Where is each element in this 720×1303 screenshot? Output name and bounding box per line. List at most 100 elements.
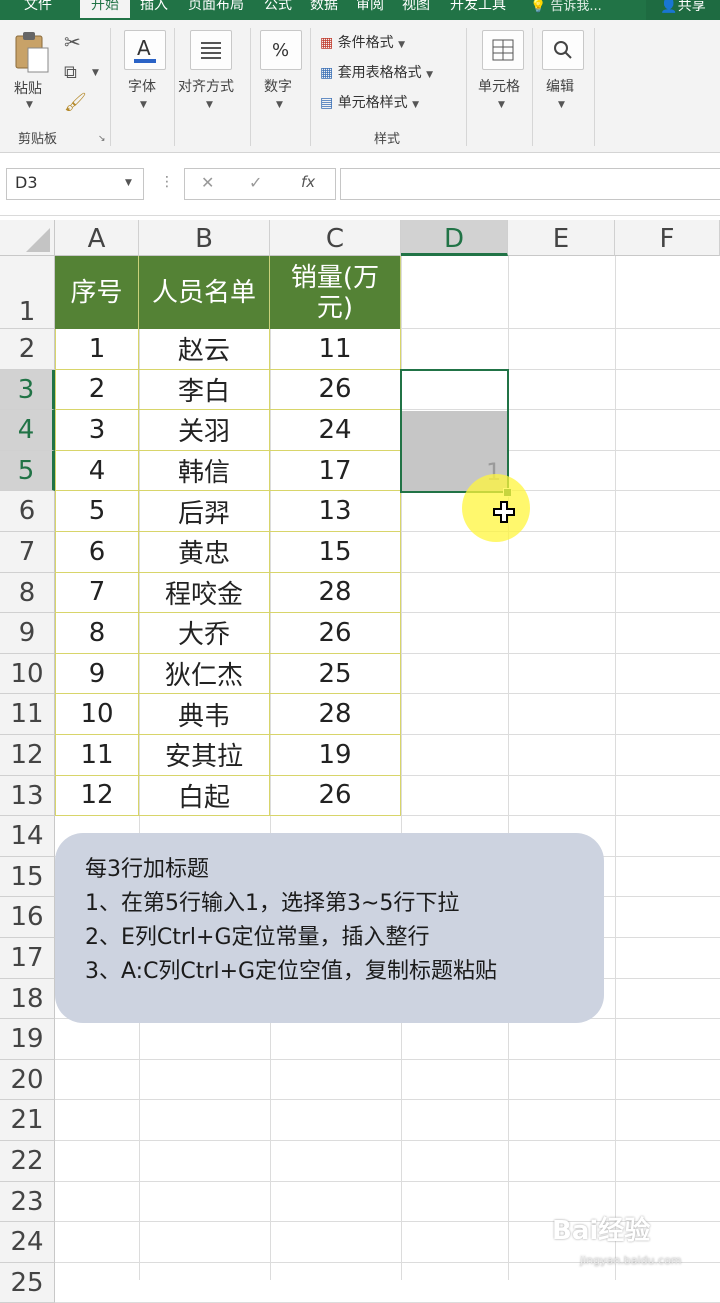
table-cell[interactable]: 韩信 bbox=[139, 450, 270, 492]
row-header-13[interactable]: 13 bbox=[0, 775, 55, 817]
more-options-icon[interactable]: ⋮ bbox=[160, 174, 174, 190]
copy-dropdown-icon[interactable]: ▼ bbox=[92, 68, 99, 78]
clipboard-launcher-icon[interactable]: ↘ bbox=[98, 134, 106, 144]
table-cell[interactable]: 28 bbox=[270, 694, 401, 735]
paste-label[interactable]: 粘贴 bbox=[14, 78, 42, 98]
enter-icon[interactable]: ✓ bbox=[249, 173, 262, 192]
table-cell[interactable]: 11 bbox=[55, 735, 139, 776]
alignment-dropdown-icon[interactable]: ▼ bbox=[206, 100, 213, 110]
cut-icon[interactable]: ✂ bbox=[64, 30, 81, 54]
cells-icon[interactable] bbox=[482, 30, 524, 70]
format-painter-icon[interactable]: 🖌 bbox=[64, 92, 87, 113]
column-header-f[interactable]: F bbox=[615, 220, 720, 256]
number-dropdown-icon[interactable]: ▼ bbox=[276, 100, 283, 110]
row-header-11[interactable]: 11 bbox=[0, 694, 55, 735]
table-cell[interactable]: 白起 bbox=[139, 775, 270, 817]
table-cell[interactable]: 关羽 bbox=[139, 410, 270, 451]
font-label[interactable]: 字体 bbox=[128, 76, 156, 96]
copy-icon[interactable]: ⧉ bbox=[64, 62, 77, 83]
row-header-21[interactable]: 21 bbox=[0, 1100, 55, 1141]
column-header-b[interactable]: B bbox=[139, 220, 270, 256]
table-cell[interactable]: 19 bbox=[270, 735, 401, 776]
row-header-7[interactable]: 7 bbox=[0, 532, 55, 573]
table-cell[interactable]: 安其拉 bbox=[139, 735, 270, 776]
cell-styles-button[interactable]: ▤ 单元格样式 ▼ bbox=[320, 92, 419, 112]
header-cell-name[interactable]: 人员名单 bbox=[139, 256, 270, 329]
header-cell-no[interactable]: 序号 bbox=[55, 256, 139, 329]
insert-function-icon[interactable]: fx bbox=[301, 173, 315, 191]
table-cell[interactable]: 26 bbox=[270, 775, 401, 817]
row-header-1[interactable]: 1 bbox=[0, 256, 55, 329]
alignment-label[interactable]: 对齐方式 bbox=[178, 76, 234, 96]
paste-dropdown-icon[interactable]: ▼ bbox=[26, 100, 33, 110]
row-header-20[interactable]: 20 bbox=[0, 1059, 55, 1101]
table-cell[interactable]: 大乔 bbox=[139, 613, 270, 654]
tab-insert[interactable]: 插入 bbox=[132, 0, 176, 18]
row-header-14[interactable]: 14 bbox=[0, 816, 55, 857]
table-cell[interactable]: 28 bbox=[270, 572, 401, 614]
row-header-19[interactable]: 19 bbox=[0, 1019, 55, 1060]
table-cell[interactable]: 25 bbox=[270, 653, 401, 695]
tab-file[interactable]: 文件 bbox=[0, 0, 76, 18]
tab-formulas[interactable]: 公式 bbox=[256, 0, 300, 18]
table-cell[interactable]: 赵云 bbox=[139, 329, 270, 370]
table-cell[interactable]: 9 bbox=[55, 653, 139, 695]
column-header-e[interactable]: E bbox=[508, 220, 615, 256]
search-icon[interactable] bbox=[542, 30, 584, 70]
chevron-down-icon[interactable]: ▼ bbox=[125, 178, 132, 188]
table-cell[interactable]: 17 bbox=[270, 450, 401, 492]
table-cell[interactable]: 12 bbox=[55, 775, 139, 817]
column-header-d[interactable]: D bbox=[401, 220, 508, 256]
select-all-corner[interactable] bbox=[0, 220, 55, 256]
table-cell[interactable]: 3 bbox=[55, 410, 139, 451]
table-cell[interactable]: 2 bbox=[55, 369, 139, 411]
row-header-5[interactable]: 5 bbox=[0, 450, 55, 492]
column-header-c[interactable]: C bbox=[270, 220, 401, 256]
table-cell[interactable]: 13 bbox=[270, 491, 401, 532]
paste-icon[interactable] bbox=[12, 30, 52, 74]
percent-icon[interactable]: % bbox=[260, 30, 302, 70]
row-header-4[interactable]: 4 bbox=[0, 410, 55, 451]
conditional-format-button[interactable]: ▦ 条件格式 ▼ bbox=[320, 32, 405, 52]
table-cell[interactable]: 6 bbox=[55, 532, 139, 573]
row-header-6[interactable]: 6 bbox=[0, 491, 55, 532]
row-header-16[interactable]: 16 bbox=[0, 897, 55, 938]
tab-page-layout[interactable]: 页面布局 bbox=[178, 0, 254, 18]
tab-view[interactable]: 视图 bbox=[394, 0, 438, 18]
row-header-8[interactable]: 8 bbox=[0, 572, 55, 614]
table-cell[interactable]: 26 bbox=[270, 369, 401, 411]
editing-dropdown-icon[interactable]: ▼ bbox=[558, 100, 565, 110]
table-cell[interactable]: 李白 bbox=[139, 369, 270, 411]
row-header-22[interactable]: 22 bbox=[0, 1141, 55, 1182]
cancel-icon[interactable]: ✕ bbox=[201, 173, 214, 192]
table-cell[interactable]: 24 bbox=[270, 410, 401, 451]
share-button[interactable]: 👤共享 bbox=[646, 0, 720, 20]
row-header-3[interactable]: 3 bbox=[0, 369, 55, 411]
table-cell[interactable]: 10 bbox=[55, 694, 139, 735]
alignment-icon[interactable] bbox=[190, 30, 232, 70]
tab-home[interactable]: 开始 bbox=[80, 0, 130, 18]
tab-developer[interactable]: 开发工具 bbox=[440, 0, 516, 18]
table-cell[interactable]: 7 bbox=[55, 572, 139, 614]
cells-dropdown-icon[interactable]: ▼ bbox=[498, 100, 505, 110]
row-header-9[interactable]: 9 bbox=[0, 613, 55, 654]
table-cell[interactable]: 26 bbox=[270, 613, 401, 654]
tab-data[interactable]: 数据 bbox=[302, 0, 346, 18]
formula-input[interactable] bbox=[340, 168, 720, 200]
tab-review[interactable]: 审阅 bbox=[348, 0, 392, 18]
name-box[interactable]: D3 ▼ bbox=[6, 168, 144, 200]
row-header-10[interactable]: 10 bbox=[0, 653, 55, 695]
row-header-15[interactable]: 15 bbox=[0, 856, 55, 898]
row-header-23[interactable]: 23 bbox=[0, 1181, 55, 1223]
table-cell[interactable]: 15 bbox=[270, 532, 401, 573]
row-header-18[interactable]: 18 bbox=[0, 978, 55, 1020]
row-header-2[interactable]: 2 bbox=[0, 329, 55, 370]
header-cell-sales[interactable]: 销量(万 元) bbox=[270, 256, 401, 329]
font-dropdown-icon[interactable]: ▼ bbox=[140, 100, 147, 110]
table-cell[interactable]: 1 bbox=[55, 329, 139, 370]
table-cell[interactable]: 程咬金 bbox=[139, 572, 270, 614]
table-cell[interactable]: 5 bbox=[55, 491, 139, 532]
row-header-24[interactable]: 24 bbox=[0, 1222, 55, 1263]
table-cell[interactable]: 典韦 bbox=[139, 694, 270, 735]
table-cell[interactable]: 11 bbox=[270, 329, 401, 370]
